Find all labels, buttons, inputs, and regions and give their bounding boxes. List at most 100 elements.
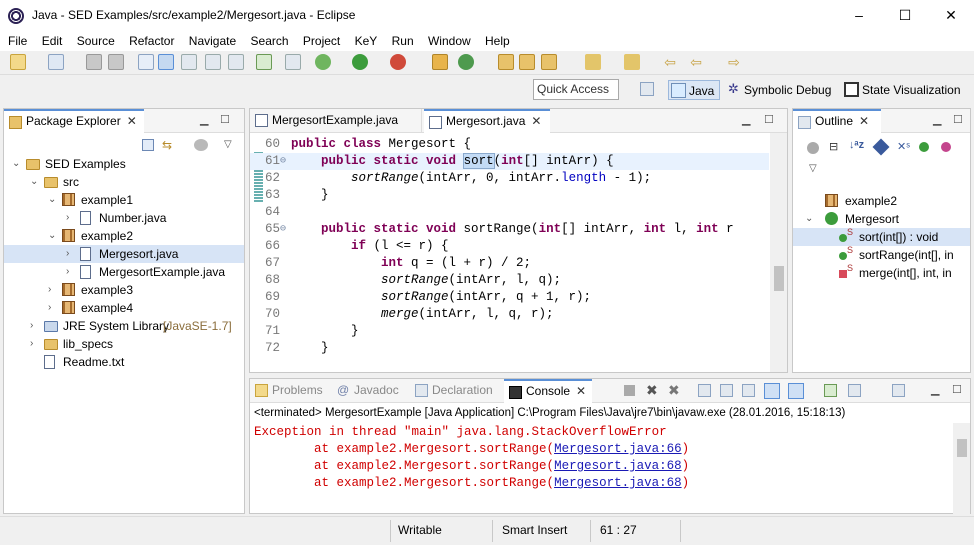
new-java-class-icon[interactable]	[458, 54, 474, 70]
menu-search[interactable]: Search	[251, 31, 289, 48]
collapsed-chevron-icon[interactable]: ›	[66, 209, 69, 227]
show-whitespace-icon[interactable]	[228, 54, 244, 70]
code-line[interactable]: 68 sortRange(intArr, l, q);	[250, 272, 769, 289]
hide-non-public-icon[interactable]	[919, 142, 929, 152]
menu-edit[interactable]: Edit	[42, 31, 63, 48]
perspective-symbolic-debug[interactable]: ✲ Symbolic Debug	[724, 80, 831, 100]
block-selection-icon[interactable]	[205, 54, 221, 70]
code-area[interactable]: 60 public class Mergesort {61 ⊖ public sta…	[250, 133, 769, 372]
collapsed-chevron-icon[interactable]: ›	[30, 317, 33, 335]
search-icon[interactable]	[541, 54, 557, 70]
tree-item-readme-txt[interactable]: Readme.txt	[4, 353, 244, 371]
perspective-java[interactable]: Java	[668, 80, 720, 100]
menu-navigate[interactable]: Navigate	[189, 31, 236, 48]
menu-source[interactable]: Source	[77, 31, 115, 48]
collapsed-chevron-icon[interactable]: ›	[66, 245, 69, 263]
scroll-lock-icon[interactable]	[720, 384, 733, 397]
hide-fields-icon[interactable]	[872, 138, 890, 156]
clear-console-icon[interactable]	[698, 384, 711, 397]
remove-all-terminated-icon[interactable]: ✖	[668, 382, 680, 399]
view-menu-icon[interactable]: ▽	[224, 139, 232, 150]
collapsed-chevron-icon[interactable]: ›	[30, 335, 33, 353]
save-icon[interactable]	[86, 54, 102, 70]
menu-run[interactable]: Run	[392, 31, 414, 48]
collapsed-chevron-icon[interactable]: ›	[66, 263, 69, 281]
debug-icon[interactable]	[315, 54, 331, 70]
display-selected-console-icon[interactable]	[848, 384, 861, 397]
outline-item[interactable]: SsortRange(int[], in	[793, 245, 970, 264]
quick-access-input[interactable]: Quick Access	[533, 79, 619, 100]
close-tab-icon[interactable]: ✕	[576, 384, 586, 398]
collapse-all-icon[interactable]	[142, 139, 154, 151]
menu-refactor[interactable]: Refactor	[129, 31, 174, 48]
focus-active-task-icon[interactable]	[194, 139, 208, 151]
fold-toggle-icon[interactable]: ⊖	[280, 221, 286, 238]
tree-item-number-java[interactable]: › Number.java	[4, 209, 244, 227]
tab-outline[interactable]: Outline ✕	[793, 109, 881, 133]
expanded-chevron-icon[interactable]: ⌄	[48, 227, 56, 245]
collapsed-chevron-icon[interactable]: ›	[48, 281, 51, 299]
outline-view-menu-icon[interactable]: ▽	[809, 163, 817, 174]
close-tab-icon[interactable]: ✕	[859, 114, 869, 128]
close-tab-icon[interactable]: ✕	[127, 114, 137, 128]
hide-local-types-icon[interactable]	[941, 142, 951, 152]
console-vertical-scrollbar[interactable]	[953, 423, 970, 515]
fold-toggle-icon[interactable]: ⊖	[280, 153, 286, 170]
tree-item-src[interactable]: ⌄ src	[4, 173, 244, 191]
outline-item[interactable]: Smerge(int[], int, in	[793, 263, 970, 282]
minimize-button[interactable]: –	[836, 0, 882, 31]
expanded-chevron-icon[interactable]: ⌄	[12, 155, 20, 173]
open-type-icon[interactable]	[498, 54, 514, 70]
run-external-tools-icon[interactable]	[390, 54, 406, 70]
skip-breakpoints-icon[interactable]	[285, 54, 301, 70]
hide-static-icon[interactable]: ✕ˢ	[897, 140, 910, 153]
word-wrap-icon[interactable]	[181, 54, 197, 70]
tree-item-mergesortexample-java[interactable]: › MergesortExample.java	[4, 263, 244, 281]
code-line[interactable]: 60 public class Mergesort {	[250, 136, 769, 153]
menu-file[interactable]: File	[8, 31, 27, 48]
collapse-all-icon[interactable]: ⊟	[829, 140, 838, 153]
tree-item-mergesort-java[interactable]: › Mergesort.java	[4, 245, 244, 263]
close-tab-icon[interactable]: ✕	[531, 114, 541, 128]
stack-trace-link[interactable]: Mergesort.java:68	[554, 476, 682, 490]
tree-item-example2[interactable]: ⌄ example2	[4, 227, 244, 245]
tab-mergesortexample-java[interactable]: MergesortExample.java	[250, 109, 422, 133]
code-line[interactable]: 66 if (l <= r) {	[250, 238, 769, 255]
remove-launch-icon[interactable]: ✖	[646, 382, 658, 399]
show-console-stderr-icon[interactable]	[788, 383, 804, 399]
code-line[interactable]: 71 }	[250, 323, 769, 340]
sort-icon[interactable]: ↓ᵃz	[849, 139, 864, 151]
menu-key[interactable]: KeY	[355, 31, 378, 48]
code-line[interactable]: 69 sortRange(intArr, q + 1, r);	[250, 289, 769, 306]
expanded-chevron-icon[interactable]: ⌄	[805, 210, 813, 228]
code-line[interactable]: 64	[250, 204, 769, 221]
perspective-state-visualization[interactable]: State Visualization	[842, 80, 961, 100]
outline-item[interactable]: Ssort(int[]) : void	[793, 227, 970, 246]
minimize-editor-icon[interactable]: ▁	[742, 113, 750, 126]
show-console-stdout-icon[interactable]	[764, 383, 780, 399]
minimize-view-icon[interactable]: ▁	[931, 383, 939, 396]
focus-on-active-task-icon[interactable]	[807, 142, 819, 154]
editor-vertical-scrollbar[interactable]	[770, 133, 787, 372]
menu-window[interactable]: Window	[428, 31, 471, 48]
tab-mergesort-java[interactable]: Mergesort.java ✕	[424, 109, 550, 133]
next-annotation-icon[interactable]	[585, 54, 601, 70]
code-line[interactable]: 62 sortRange(intArr, 0, intArr.length - …	[250, 170, 769, 187]
maximize-button[interactable]: ☐	[882, 0, 928, 31]
editor-scroll-thumb[interactable]	[774, 266, 784, 291]
link-with-editor-icon[interactable]: ⇆	[162, 139, 176, 151]
open-perspective-icon[interactable]	[640, 82, 654, 96]
maximize-view-icon[interactable]: ☐	[220, 113, 230, 126]
minimize-view-icon[interactable]: ▁	[200, 113, 208, 126]
tree-item-example3[interactable]: › example3	[4, 281, 244, 299]
tree-item-lib-specs[interactable]: › lib_specs	[4, 335, 244, 353]
maximize-view-icon[interactable]: ☐	[952, 383, 962, 396]
code-line[interactable]: 67 int q = (l + r) / 2;	[250, 255, 769, 272]
code-line[interactable]: 63 }	[250, 187, 769, 204]
open-console-icon[interactable]	[892, 384, 905, 397]
back-icon[interactable]: ⇦	[688, 54, 704, 70]
forward-icon[interactable]: ⇨	[726, 54, 742, 70]
tab-problems[interactable]: Problems	[250, 379, 330, 403]
open-task-icon[interactable]	[519, 54, 535, 70]
stack-trace-link[interactable]: Mergesort.java:66	[554, 442, 682, 456]
